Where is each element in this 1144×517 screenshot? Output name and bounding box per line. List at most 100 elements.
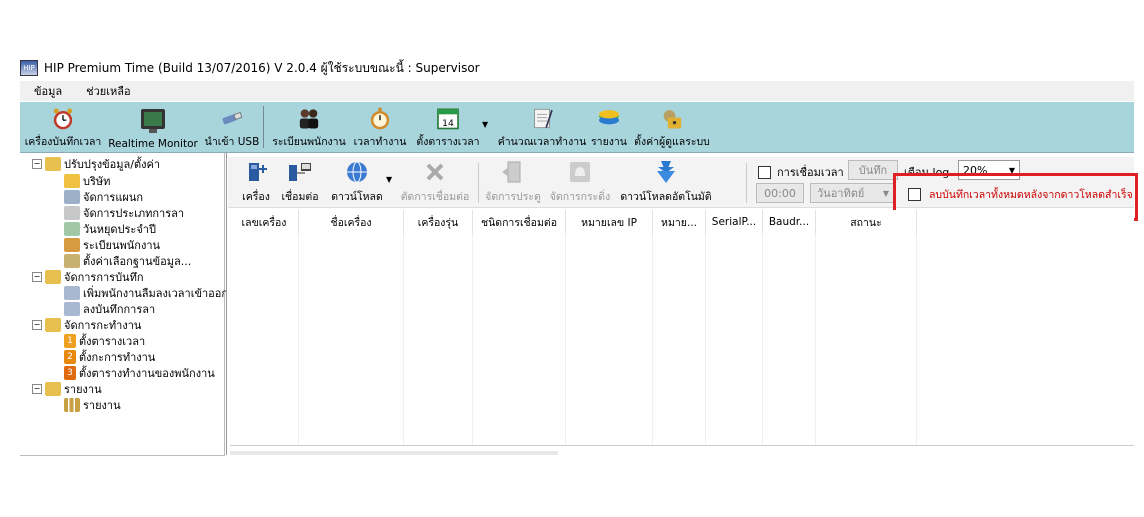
number-badge-icon: 3 xyxy=(64,366,76,380)
toolbar-label: คำนวณเวลาทำงาน xyxy=(497,136,587,148)
tree-item-add-missed-punch[interactable]: เพิ่มพนักงานลืมลงเวลาเข้าออก xyxy=(64,285,228,301)
calendar-day-text: 14 xyxy=(442,118,454,129)
column-header[interactable]: หมายเลข IP xyxy=(566,210,653,234)
collapse-icon[interactable]: − xyxy=(32,320,42,330)
tree-item-set-schedule[interactable]: 1 ตั้งตารางเวลา xyxy=(64,333,145,349)
save-sync-button[interactable]: บันทึก xyxy=(848,160,898,180)
toolbar-employee-records-button[interactable]: ระเบียนพนักงาน xyxy=(270,104,348,150)
connect-pc-icon xyxy=(289,163,311,181)
download-dropdown-arrow-icon[interactable]: ▼ xyxy=(386,175,392,184)
toolbar-work-time-button[interactable]: เวลาทำงาน xyxy=(352,104,408,150)
machine-button[interactable]: เครื่อง xyxy=(236,159,276,205)
tree-item-employee-schedule[interactable]: 3 ตั้งตารางทำงานของพนักงาน xyxy=(64,365,215,381)
download-arrow-icon xyxy=(657,161,675,183)
toolbar-admin-settings-button[interactable]: ตั้งค่าผู้ดูแลระบบ xyxy=(632,104,712,150)
document-icon xyxy=(64,206,80,220)
toolbar-report-button[interactable]: รายงาน xyxy=(588,104,630,150)
column-header[interactable]: เครื่องรุ่น xyxy=(404,210,473,234)
number-badge-icon: 1 xyxy=(64,334,76,348)
globe-download-icon xyxy=(347,161,367,183)
collapse-icon[interactable]: − xyxy=(32,384,42,394)
column-header[interactable]: ชนิดการเชื่อมต่อ xyxy=(473,210,566,234)
tree-group-reports[interactable]: − รายงาน xyxy=(32,381,102,397)
tree-item-departments[interactable]: จัดการแผนก xyxy=(64,189,143,205)
disconnect-button[interactable]: ตัดการเชื่อมต่อ xyxy=(398,159,472,205)
folder-icon xyxy=(45,318,61,332)
tree-item-record-leave[interactable]: ลงบันทึกการลา xyxy=(64,301,155,317)
tree-group-settings[interactable]: − ปรับปรุงข้อมูล/ตั้งค่า xyxy=(32,156,160,172)
clock-icon xyxy=(53,108,73,130)
tree-group-records[interactable]: − จัดการการบันทึก xyxy=(32,269,144,285)
sync-weekday-select[interactable]: วันอาทิตย์ ▼ xyxy=(810,183,896,203)
collapse-icon[interactable]: − xyxy=(32,272,42,282)
toolbar-label: รายงาน xyxy=(591,136,627,148)
auto-download-button[interactable]: ดาวน์โหลดอัตโนมัติ xyxy=(618,159,714,205)
toolbar-separator xyxy=(263,106,264,148)
number-badge-icon: 2 xyxy=(64,350,76,364)
connect-button[interactable]: เชื่อมต่อ xyxy=(278,159,322,205)
users-icon xyxy=(64,286,80,300)
menu-data[interactable]: ข้อมูล xyxy=(20,82,72,100)
tree-item-database-settings[interactable]: ตั้งค่าเลือกฐานข้อมูล... xyxy=(64,253,191,269)
time-sync-option[interactable]: การเชื่อมเวลา xyxy=(758,163,844,181)
download-button[interactable]: ดาวน์โหลด xyxy=(328,159,386,205)
time-sync-label: การเชื่อมเวลา xyxy=(777,166,844,179)
tree-item-report[interactable]: รายงาน xyxy=(64,397,121,413)
column-divider xyxy=(916,234,917,446)
bell-manage-button[interactable]: จัดการกระดิ่ง xyxy=(548,159,612,205)
toolbar-label: จัดการประตู xyxy=(485,191,541,203)
column-divider xyxy=(472,234,473,446)
time-sync-checkbox[interactable] xyxy=(758,165,771,179)
toolbar-label: เชื่อมต่อ xyxy=(281,191,319,203)
column-header[interactable]: เลขเครื่อง xyxy=(230,210,299,234)
tree-group-label: ปรับปรุงข้อมูล/ตั้งค่า xyxy=(64,158,161,171)
window-title: HIP Premium Time (Build 13/07/2016) V 2.… xyxy=(44,60,480,75)
column-header[interactable]: หมาย... xyxy=(653,210,706,234)
calculate-icon xyxy=(534,108,553,129)
sync-time-input[interactable]: 00:00 xyxy=(756,183,804,203)
menu-help[interactable]: ช่วยเหลือ xyxy=(72,82,140,100)
tree-item-set-shifts[interactable]: 2 ตั้งกะการทำงาน xyxy=(64,349,155,365)
chevron-down-icon: ▼ xyxy=(882,188,889,198)
folder-icon xyxy=(45,382,61,396)
column-header[interactable]: ชื่อเครื่อง xyxy=(299,210,404,234)
calendar-dropdown-arrow-icon[interactable]: ▼ xyxy=(482,120,488,129)
column-header[interactable]: สถานะ xyxy=(816,210,917,234)
toolbar-label: Realtime Monitor xyxy=(108,138,198,150)
tree-item-holidays[interactable]: วันหยุดประจำปี xyxy=(64,221,156,237)
close-x-icon xyxy=(426,163,444,181)
column-divider xyxy=(298,234,299,446)
tree-item-leave-types[interactable]: จัดการประเภทการลา xyxy=(64,205,184,221)
machine-add-icon xyxy=(249,163,267,181)
tree-group-shifts[interactable]: − จัดการกะทำงาน xyxy=(32,317,141,333)
employees-icon xyxy=(299,109,319,129)
toolbar-realtime-monitor-button[interactable]: Realtime Monitor xyxy=(108,104,198,150)
toolbar-label: ดาวน์โหลด xyxy=(331,191,383,203)
app-icon: HIP xyxy=(20,60,38,76)
collapse-icon[interactable]: − xyxy=(32,159,42,169)
title-bar: HIP HIP Premium Time (Build 13/07/2016) … xyxy=(20,58,1134,78)
users-icon xyxy=(64,302,80,316)
weekday-value: วันอาทิตย์ xyxy=(817,187,865,200)
toolbar-label: ตั้งค่าผู้ดูแลระบบ xyxy=(634,136,710,148)
stopwatch-icon xyxy=(370,107,390,130)
calendar-icon: 14 xyxy=(437,108,459,130)
toolbar-label: จัดการกระดิ่ง xyxy=(549,191,611,203)
column-header[interactable]: SerialP... xyxy=(706,210,763,234)
toolbar-calculate-work-time-button[interactable]: คำนวณเวลาทำงาน xyxy=(495,104,589,150)
horizontal-scrollbar[interactable] xyxy=(230,451,558,455)
door-manage-button[interactable]: จัดการประตู xyxy=(482,159,544,205)
column-header[interactable]: Baudr... xyxy=(763,210,816,234)
toolbar-usb-import-button[interactable]: นำเข้า USB xyxy=(202,104,262,150)
column-divider xyxy=(652,234,653,446)
toolbar-separator xyxy=(478,163,479,203)
toolbar-time-recorder-button[interactable]: เครื่องบันทึกเวลา xyxy=(22,104,104,150)
column-divider xyxy=(762,234,763,446)
toolbar-set-schedule-button[interactable]: 14 ตั้งตารางเวลา xyxy=(412,104,484,150)
device-table: เลขเครื่อง ชื่อเครื่อง เครื่องรุ่น ชนิดก… xyxy=(230,210,1134,446)
tree-item-employee-records[interactable]: ระเบียนพนักงาน xyxy=(64,237,160,253)
toolbar-label: เครื่อง xyxy=(242,191,270,203)
tree-item-company[interactable]: บริษัท xyxy=(64,173,110,189)
report-icon xyxy=(599,110,619,125)
toolbar-label: เวลาทำงาน xyxy=(353,136,407,148)
